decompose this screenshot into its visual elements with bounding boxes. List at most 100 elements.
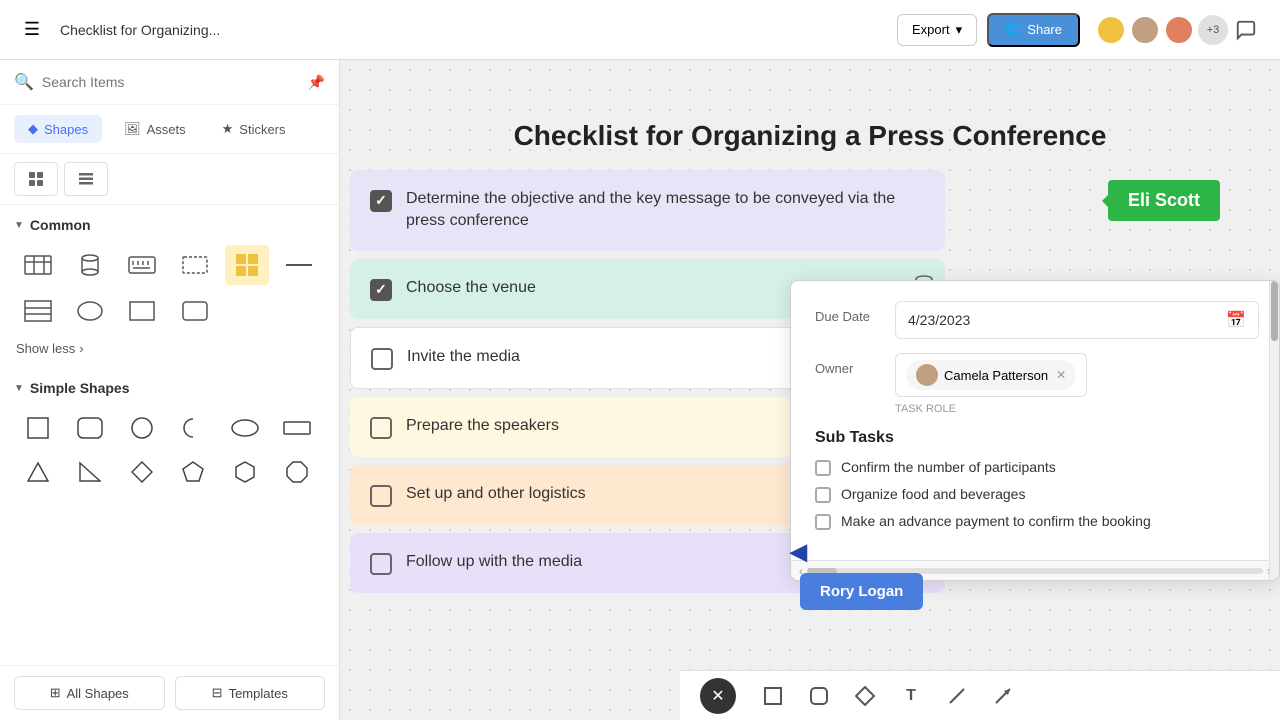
hamburger-icon: ☰ (24, 19, 40, 40)
simple-shapes-title[interactable]: ▼ Simple Shapes (14, 380, 325, 396)
shape-dashed-rect[interactable] (173, 245, 217, 285)
subtask-text-1: Confirm the number of participants (841, 459, 1056, 475)
subtask-checkbox-1[interactable] (815, 460, 831, 476)
eli-scott-name: Eli Scott (1128, 190, 1200, 210)
canvas-title: Checklist for Organizing a Press Confere… (514, 120, 1107, 152)
checkbox-1[interactable] (370, 190, 392, 212)
simple-shapes-grid (14, 408, 325, 492)
due-date-value-box[interactable]: 4/23/2023 📅 (895, 301, 1259, 339)
text-tool-button[interactable]: T (894, 679, 928, 713)
canvas-area[interactable]: Checklist for Organizing a Press Confere… (340, 60, 1280, 720)
owner-tag[interactable]: Camela Patterson ✕ (906, 360, 1076, 390)
search-bar: 🔍 📌 (0, 60, 339, 105)
diamond-shape-button[interactable] (848, 679, 882, 713)
simple-shapes-collapse-arrow: ▼ (14, 383, 24, 394)
ss-triangle[interactable] (16, 452, 60, 492)
share-label: Share (1027, 22, 1062, 37)
subtask-checkbox-2[interactable] (815, 487, 831, 503)
subtask-item-3[interactable]: Make an advance payment to confirm the b… (815, 513, 1259, 530)
tab-shapes[interactable]: ◆ Shapes (14, 115, 102, 143)
line-tool-button[interactable] (940, 679, 974, 713)
pin-icon[interactable]: 📌 (308, 74, 325, 91)
vertical-scrollbar-thumb[interactable] (1271, 281, 1278, 341)
checkbox-4[interactable] (370, 417, 392, 439)
calendar-icon[interactable]: 📅 (1226, 310, 1246, 330)
rory-logan-name: Rory Logan (820, 583, 903, 600)
view-toggle-grid[interactable] (14, 162, 58, 196)
rounded-rect-tool-button[interactable] (802, 679, 836, 713)
tab-stickers[interactable]: ★ Stickers (208, 115, 300, 143)
checklist-text-2: Choose the venue (406, 277, 536, 299)
ss-rounded-rect[interactable] (68, 408, 112, 448)
ss-circle[interactable] (120, 408, 164, 448)
checkbox-6[interactable] (370, 553, 392, 575)
avatar-overflow-count: +3 (1198, 15, 1228, 45)
remove-owner-button[interactable]: ✕ (1056, 368, 1066, 382)
templates-button[interactable]: ⊟ Templates (175, 676, 326, 710)
show-less-label: Show less (16, 341, 75, 356)
close-icon: ✕ (711, 686, 724, 706)
checkbox-2[interactable] (370, 279, 392, 301)
ss-square[interactable] (16, 408, 60, 448)
ss-oval[interactable] (223, 408, 267, 448)
shape-table[interactable] (16, 245, 60, 285)
subtask-item-2[interactable]: Organize food and beverages (815, 486, 1259, 503)
shape-grid-filled[interactable] (225, 245, 269, 285)
rory-logan-badge: Rory Logan (800, 573, 923, 610)
show-less-button[interactable]: Show less › (14, 337, 325, 364)
detail-panel: Due Date 4/23/2023 📅 Owner Camela Patter… (790, 280, 1280, 581)
shape-rect2[interactable] (173, 291, 217, 331)
owner-value-box[interactable]: Camela Patterson ✕ (895, 353, 1087, 397)
text-tool-icon: T (906, 687, 916, 705)
shape-keyboard[interactable] (120, 245, 164, 285)
rect-tool-button[interactable] (756, 679, 790, 713)
sidebar-bottom-buttons: ⊞ All Shapes ⊟ Templates (0, 665, 339, 720)
checkbox-5[interactable] (370, 485, 392, 507)
checkbox-3[interactable] (371, 348, 393, 370)
comment-icon[interactable] (1228, 12, 1264, 48)
checklist-text-3: Invite the media (407, 346, 520, 368)
detail-content: Due Date 4/23/2023 📅 Owner Camela Patter… (791, 281, 1279, 560)
tab-assets[interactable]: 🖼 Assets (110, 115, 200, 143)
search-input[interactable] (42, 74, 300, 90)
shape-rect-outline[interactable] (120, 291, 164, 331)
common-section-title[interactable]: ▼ Common (14, 217, 325, 233)
due-date-row: Due Date 4/23/2023 📅 (815, 301, 1259, 339)
common-shapes-grid (14, 245, 325, 331)
assets-icon: 🖼 (124, 121, 141, 137)
avatar-2 (1130, 15, 1160, 45)
ss-rect-wide[interactable] (275, 408, 319, 448)
menu-icon[interactable]: ☰ (16, 14, 48, 46)
shape-cylinder[interactable] (68, 245, 112, 285)
close-button[interactable]: ✕ (700, 678, 736, 714)
subtask-checkbox-3[interactable] (815, 514, 831, 530)
ss-crescent[interactable] (171, 408, 215, 448)
shape-table2[interactable] (16, 291, 60, 331)
ss-octagon[interactable] (275, 452, 319, 492)
shapes-label: Shapes (44, 122, 88, 137)
vertical-scrollbar[interactable] (1269, 281, 1279, 580)
main-layout: 🔍 📌 ◆ Shapes 🖼 Assets ★ Stickers (0, 60, 1280, 720)
shapes-icon: ◆ (28, 121, 38, 137)
all-shapes-button[interactable]: ⊞ All Shapes (14, 676, 165, 710)
checklist-item-1[interactable]: Determine the objective and the key mess… (350, 170, 945, 251)
ss-pentagon[interactable] (171, 452, 215, 492)
arrow-tool-button[interactable] (986, 679, 1020, 713)
view-toggle-list[interactable] (64, 162, 108, 196)
ss-hexagon[interactable] (223, 452, 267, 492)
shape-divider[interactable] (277, 245, 321, 285)
owner-label: Owner (815, 353, 895, 376)
avatar-1 (1096, 15, 1126, 45)
due-date-label: Due Date (815, 301, 895, 324)
checklist-text-5: Set up and other logistics (406, 483, 586, 505)
share-button[interactable]: 🌐 Share (987, 13, 1080, 47)
shape-ellipse[interactable] (68, 291, 112, 331)
stickers-icon: ★ (222, 121, 234, 137)
task-role-label: TASK ROLE (895, 403, 956, 415)
export-button[interactable]: Export ▾ (897, 14, 977, 46)
subtask-text-2: Organize food and beverages (841, 486, 1025, 502)
subtask-item-1[interactable]: Confirm the number of participants (815, 459, 1259, 476)
ss-diamond[interactable] (120, 452, 164, 492)
export-label: Export (912, 22, 950, 37)
ss-right-triangle[interactable] (68, 452, 112, 492)
